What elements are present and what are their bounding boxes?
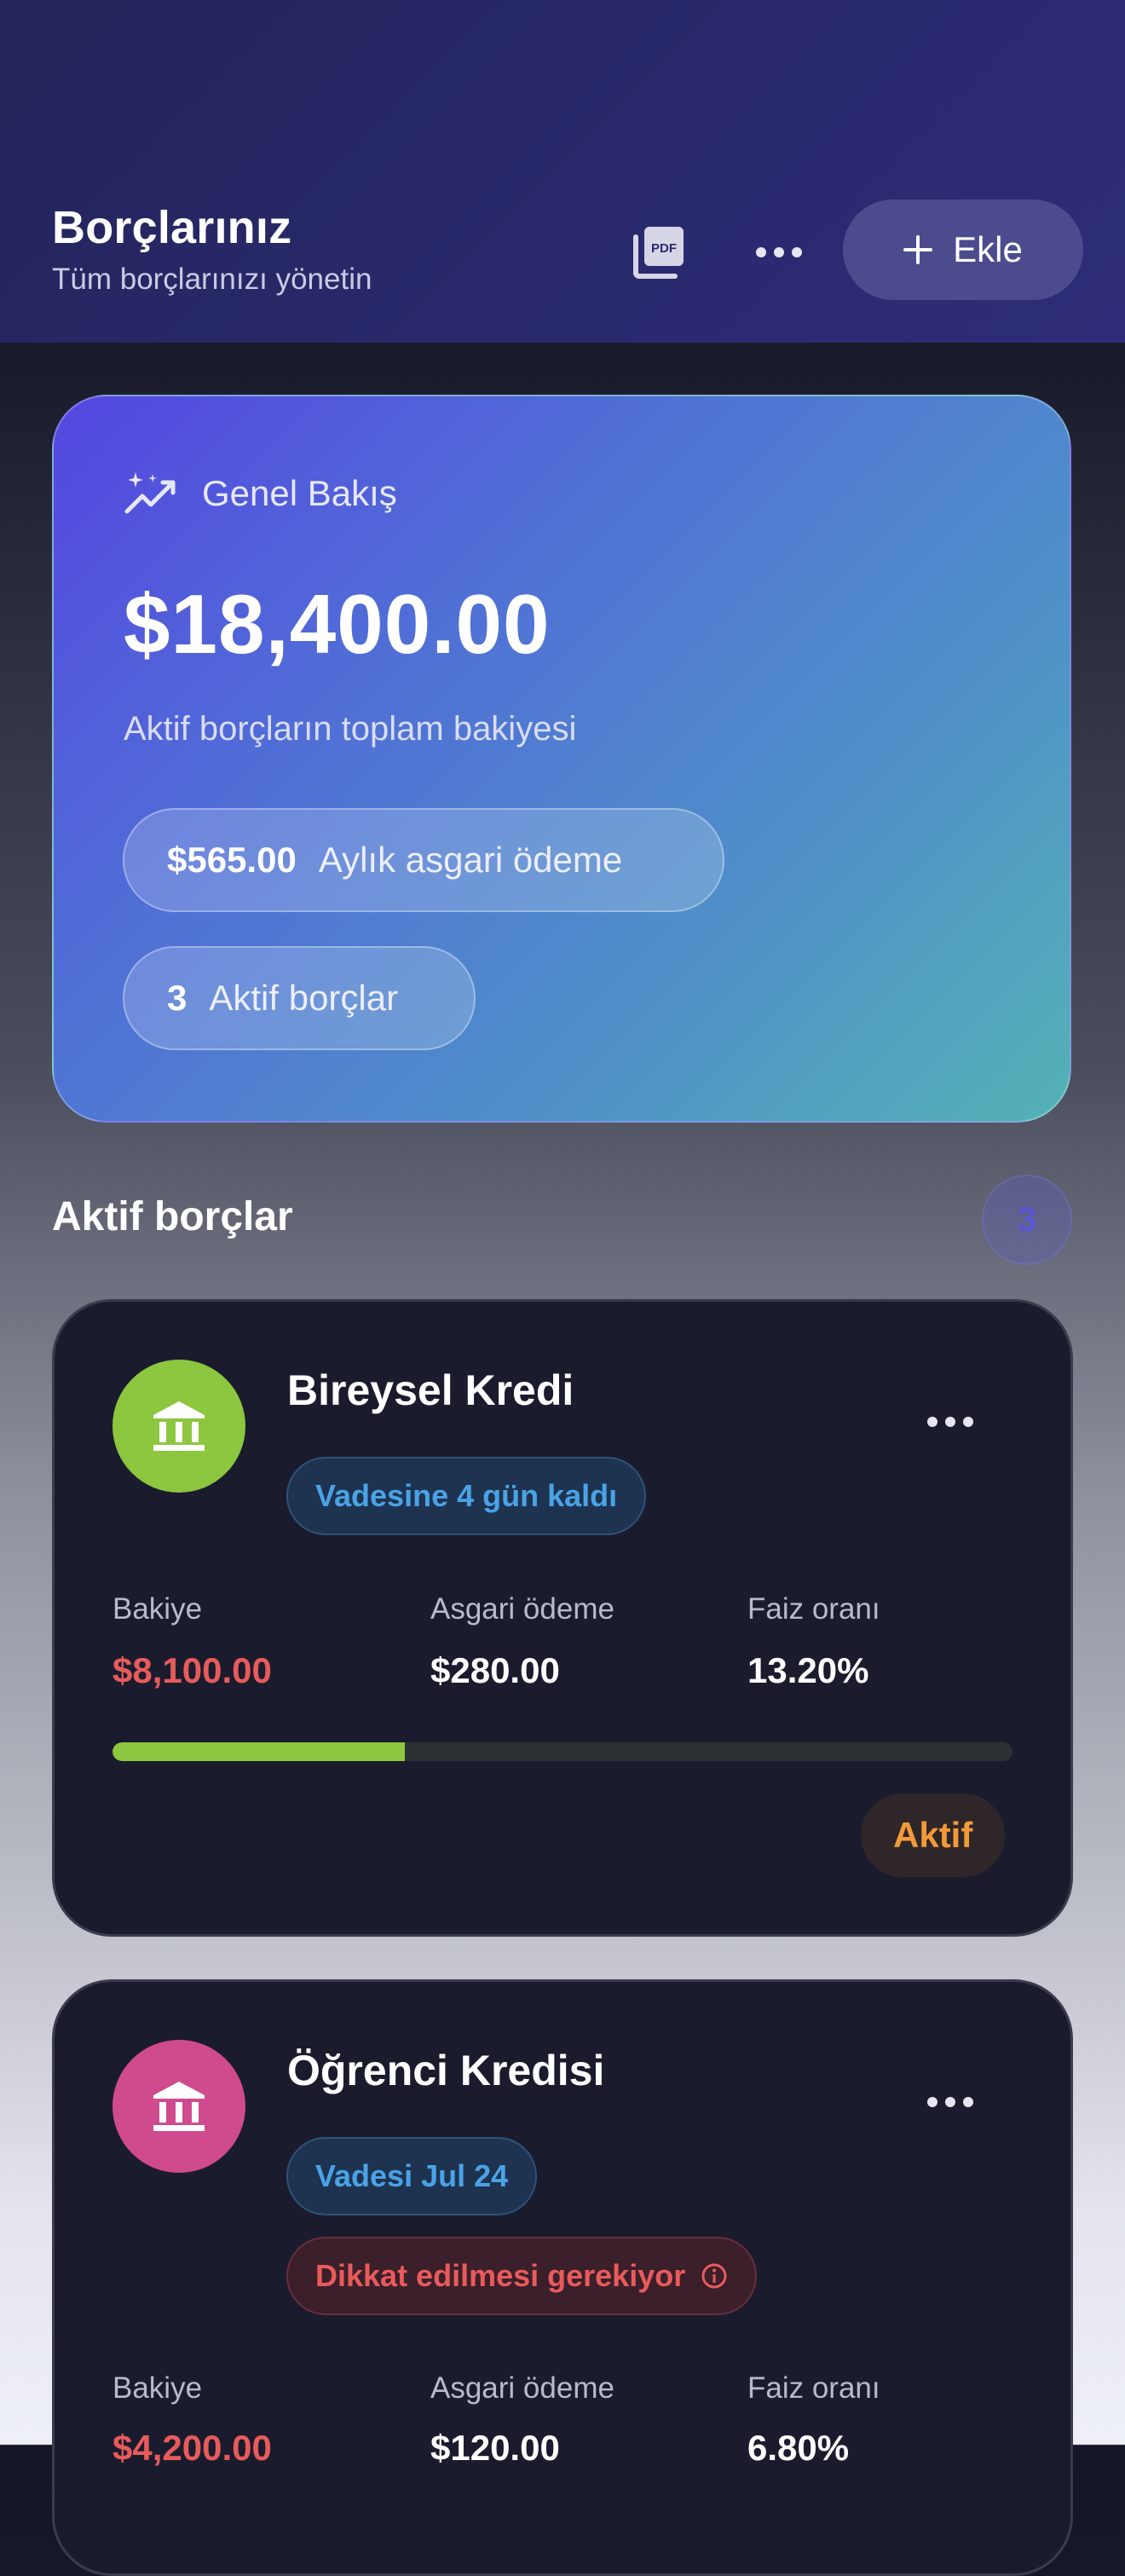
min-payment-label: Asgari ödeme <box>430 2371 614 2405</box>
section-title: Aktif borçlar <box>52 1194 293 1239</box>
active-debts-count: 3 <box>167 978 188 1018</box>
page-title: Borçlarınız <box>52 202 292 253</box>
min-payment-value: $120.00 <box>430 2428 560 2468</box>
warning-text: Dikkat edilmesi gerekiyor <box>315 2258 686 2293</box>
status-badge: Aktif <box>861 1793 1006 1877</box>
section-count-badge: 3 <box>982 1175 1072 1265</box>
min-payment-label: Asgari ödeme <box>430 1592 614 1626</box>
debt-more-button[interactable] <box>925 2085 976 2119</box>
debt-avatar <box>112 1360 245 1493</box>
export-pdf-button[interactable]: PDF <box>629 223 687 281</box>
pdf-icon: PDF <box>633 227 684 279</box>
total-balance-description: Aktif borçların toplam bakiyesi <box>124 710 577 748</box>
interest-rate-label: Faiz oranı <box>747 1592 880 1626</box>
more-horizontal-icon <box>756 247 802 257</box>
page-subtitle: Tüm borçlarınızı yönetin <box>52 263 372 296</box>
more-options-button[interactable] <box>753 227 805 278</box>
balance-label: Bakiye <box>112 1592 203 1626</box>
svg-text:PDF: PDF <box>651 241 677 256</box>
overview-label-text: Genel Bakış <box>202 473 397 513</box>
due-date-tag: Vadesine 4 gün kaldı <box>286 1457 647 1535</box>
monthly-minimum-pill: $565.00 Aylık asgari ödeme <box>123 808 724 912</box>
add-debt-button[interactable]: Ekle <box>843 199 1083 300</box>
balance-label: Bakiye <box>112 2371 203 2405</box>
total-balance: $18,400.00 <box>124 577 551 671</box>
payoff-progress-fill <box>112 1742 406 1761</box>
due-date-tag: Vadesi Jul 24 <box>286 2137 538 2215</box>
add-button-label: Ekle <box>953 229 1023 269</box>
monthly-minimum-value: $565.00 <box>167 840 297 880</box>
sparkle-trend-icon <box>124 472 176 514</box>
interest-rate-label: Faiz oranı <box>747 2371 880 2405</box>
debt-more-button[interactable] <box>925 1405 976 1439</box>
min-payment-value: $280.00 <box>430 1650 560 1690</box>
balance-value: $8,100.00 <box>112 1650 272 1690</box>
more-horizontal-icon <box>927 2097 973 2107</box>
debt-name: Bireysel Kredi <box>287 1366 574 1414</box>
debt-avatar <box>112 2040 245 2173</box>
warning-tag: Dikkat edilmesi gerekiyor <box>286 2237 758 2315</box>
overview-label: Genel Bakış <box>124 471 397 517</box>
interest-rate-value: 6.80% <box>747 2428 850 2468</box>
debt-name: Öğrenci Kredisi <box>287 2047 605 2094</box>
info-icon <box>701 2263 727 2289</box>
balance-value: $4,200.00 <box>112 2428 272 2468</box>
active-debts-label: Aktif borçlar <box>209 978 399 1018</box>
bank-icon <box>153 2082 205 2131</box>
interest-rate-value: 13.20% <box>747 1650 869 1690</box>
plus-icon <box>903 235 933 264</box>
more-horizontal-icon <box>927 1417 973 1427</box>
monthly-minimum-label: Aylık asgari ödeme <box>318 840 623 880</box>
active-debts-pill: 3 Aktif borçlar <box>123 946 476 1050</box>
payoff-progress-bar <box>112 1742 1012 1761</box>
bank-icon <box>153 1401 205 1451</box>
